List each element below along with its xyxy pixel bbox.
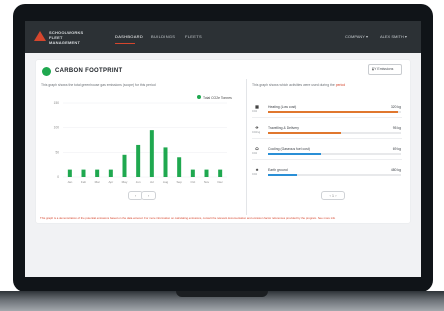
activity-bar-fill <box>268 111 399 113</box>
row-unit: CO2 <box>252 110 257 113</box>
activity-value: 69 kg <box>392 147 401 151</box>
row-divider <box>252 159 402 160</box>
chevron-down-icon: ▾ <box>404 34 407 39</box>
y-tick-label: 50 <box>55 150 59 154</box>
x-tick-label: Apr <box>108 180 113 184</box>
x-tick-label: Sep <box>176 180 182 184</box>
bar[interactable] <box>136 144 141 177</box>
activity-value: 95 kg <box>392 126 401 130</box>
activity-value: 480 kg <box>390 168 401 172</box>
plane-icon: ✈ <box>255 125 259 130</box>
x-tick-label: Nov <box>204 180 210 184</box>
chart-description: This graph shows the total greenhouse ga… <box>41 83 156 87</box>
activity-label: Heating (Low cost) <box>268 105 297 109</box>
x-tick-label: Oct <box>190 180 195 184</box>
period-link[interactable]: period <box>336 83 345 87</box>
bar[interactable] <box>108 169 113 177</box>
activity-bar-track <box>268 153 401 155</box>
brand-name[interactable]: SCHOOLWORKS FLEET MANAGEMENT <box>49 30 93 45</box>
nav-buildings[interactable]: BUILDINGS <box>151 34 175 39</box>
activity-value: 320 kg <box>390 105 401 109</box>
building-icon: ▦ <box>255 104 259 109</box>
activity-bar-fill <box>268 153 322 155</box>
laptop-hinge-notch <box>176 291 268 297</box>
company-menu[interactable]: COMPANY ▾ <box>345 34 368 39</box>
activity-bar-fill <box>268 174 298 176</box>
nav-dashboard[interactable]: DASHBOARD <box>115 34 143 39</box>
emissions-bar-chart: 150 100 50 0 Jan Feb Mar Apr May Jun Jul Aug Sep Oct N… <box>54 101 227 184</box>
y-tick-label: 0 <box>57 175 59 179</box>
row-unit: CO2 <box>252 152 257 155</box>
leaf-icon <box>42 67 51 76</box>
panel-divider <box>246 79 247 215</box>
bar[interactable] <box>81 169 86 177</box>
bar[interactable] <box>149 130 154 177</box>
car-icon: ⬭ <box>255 146 259 151</box>
activity-bar-track <box>268 174 401 176</box>
activity-label: Cooling (Gaseous fuel cost) <box>268 147 310 151</box>
chart-next-button[interactable]: › <box>141 191 156 200</box>
nav-fleets[interactable]: FLEETS <box>185 34 202 39</box>
x-tick-label: Jul <box>150 180 154 184</box>
tree-icon: ♣ <box>255 167 259 172</box>
x-tick-label: Jun <box>136 180 141 184</box>
active-nav-indicator <box>115 43 135 44</box>
bar[interactable] <box>218 169 223 177</box>
period-select[interactable]: FY Emissions ▾ <box>368 64 402 75</box>
y-tick-label: 100 <box>54 126 60 130</box>
y-tick-label: 150 <box>54 101 60 105</box>
x-tick-label: Dec <box>217 180 223 184</box>
row-divider <box>252 117 402 118</box>
activity-label: Earth ground <box>268 168 288 172</box>
page-title: CARBON FOOTPRINT <box>55 68 123 74</box>
activity-label: Travelling & Delivery <box>268 126 299 130</box>
bar[interactable] <box>95 169 100 177</box>
bar[interactable] <box>204 169 209 177</box>
activity-description: This graph shows which activities were u… <box>252 83 346 87</box>
activity-bar-track <box>268 111 401 113</box>
chevron-down-icon: ▾ <box>365 34 368 39</box>
activity-bar-track <box>268 132 401 134</box>
x-tick-label: May <box>122 180 128 184</box>
bar[interactable] <box>163 147 168 177</box>
activity-bar-fill <box>268 132 342 134</box>
x-tick-label: Mar <box>95 180 100 184</box>
user-menu[interactable]: ALEX SMITH ▾ <box>380 34 407 39</box>
chevron-down-icon: ▾ <box>372 67 375 72</box>
row-unit: CO2 <box>252 173 257 176</box>
activity-pager[interactable]: ‹ 1 › <box>321 191 345 200</box>
row-divider <box>252 138 402 139</box>
bar[interactable] <box>122 154 127 177</box>
row-unit: CO2 kg <box>252 131 261 134</box>
x-tick-label: Jan <box>67 180 72 184</box>
x-tick-label: Feb <box>81 180 87 184</box>
x-tick-label: Aug <box>163 180 169 184</box>
footnote: This graph is a demonstration of the pot… <box>40 216 336 220</box>
bar[interactable] <box>67 169 72 177</box>
brand-logo-icon[interactable] <box>34 31 46 41</box>
top-navigation-bar: SCHOOLWORKS FLEET MANAGEMENT DASHBOARD B… <box>25 21 421 53</box>
laptop-screen: SCHOOLWORKS FLEET MANAGEMENT DASHBOARD B… <box>25 21 421 277</box>
bar[interactable] <box>190 169 195 177</box>
bar[interactable] <box>177 157 182 177</box>
